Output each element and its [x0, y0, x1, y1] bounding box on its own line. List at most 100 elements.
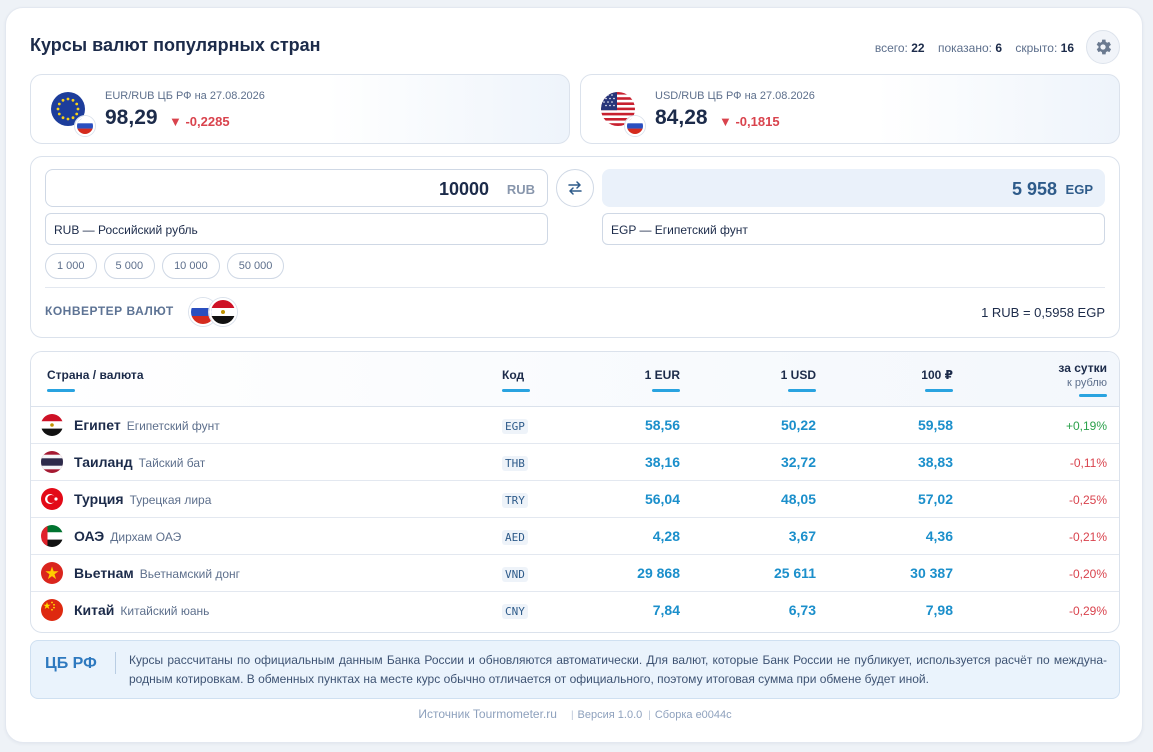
quick-amounts: 1 000 5 000 10 000 50 000 — [45, 253, 285, 279]
info-note: ЦБ РФ Курсы рассчитаны по официальным да… — [30, 640, 1120, 699]
rate-rub: 38,83 — [917, 454, 953, 470]
note-divider — [115, 652, 116, 674]
day-change: -0,11% — [1069, 456, 1107, 470]
cbr-badge: ЦБ РФ — [45, 655, 97, 672]
table-row[interactable]: Китай Китайский юань CNY 7,84 6,73 7,98 -… — [31, 592, 1119, 629]
country-name: Китай Китайский юань — [74, 602, 210, 618]
rate-usd: 3,67 — [788, 528, 816, 544]
gear-icon — [1096, 39, 1112, 55]
rate-rub: 30 387 — [910, 565, 953, 581]
currency-converter: 10000 RUB 5 958 EGP RUB — Российский руб… — [30, 156, 1120, 338]
footer-separator: | — [570, 710, 574, 721]
currency-name: Турецкая лира — [129, 493, 212, 507]
currency-code: TRY — [502, 493, 528, 508]
currency-name: Дирхам ОАЭ — [110, 530, 182, 544]
currency-code: CNY — [502, 604, 528, 619]
sort-indicator — [788, 389, 816, 392]
rate-rub: 57,02 — [917, 491, 953, 507]
stat-shown: показано: 6 — [937, 41, 1003, 55]
usd-rate-label: USD/RUB ЦБ РФ на 27.08.2026 — [655, 90, 815, 102]
sort-indicator — [1079, 394, 1107, 397]
result-output: 5 958 EGP — [602, 169, 1105, 207]
header: Курсы валют популярных стран всего: 22 п… — [30, 30, 1120, 64]
usd-rate-change: ▼ -0,1815 — [719, 114, 780, 129]
source-link[interactable]: Источник Tourmometer.ru — [418, 707, 557, 721]
country-name: Турция Турецкая лира — [74, 491, 212, 507]
from-currency-select[interactable]: RUB — Российский рубль — [45, 213, 548, 245]
eur-rate-card: EUR/RUB ЦБ РФ на 27.08.2026 98,29 ▼ -0,2… — [30, 74, 570, 144]
page-title: Курсы валют популярных стран — [30, 35, 321, 55]
footer: Источник Tourmometer.ru | Версия 1.0.0 | Сбо… — [6, 707, 1144, 721]
col-code[interactable]: Код — [502, 368, 530, 392]
currency-code: AED — [502, 530, 528, 545]
col-usd[interactable]: 1 USD — [716, 368, 816, 392]
turkey-flag-icon — [41, 488, 63, 510]
amount-value[interactable]: 10000 — [439, 179, 489, 200]
usd-rate-card: USD/RUB ЦБ РФ на 27.08.2026 84,28 ▼ -0,1… — [580, 74, 1120, 144]
to-currency-select[interactable]: EGP — Египетский фунт — [602, 213, 1105, 245]
quick-amount-chip[interactable]: 50 000 — [226, 253, 285, 279]
rate-rub: 7,98 — [925, 602, 953, 618]
col-country[interactable]: Страна / валюта — [47, 368, 144, 392]
currency-code: VND — [502, 567, 528, 582]
country-name: Вьетнам Вьетнамский донг — [74, 565, 241, 581]
uae-flag-icon — [41, 525, 63, 547]
quick-amount-chip[interactable]: 10 000 — [162, 253, 220, 279]
amount-input[interactable]: 10000 RUB — [45, 169, 548, 207]
rates-card: Курсы валют популярных стран всего: 22 п… — [5, 7, 1143, 743]
rate-rub: 4,36 — [925, 528, 953, 544]
swap-arrows-icon — [568, 181, 582, 195]
country-name: Египет Египетский фунт — [74, 417, 220, 433]
day-change: -0,29% — [1068, 604, 1107, 618]
sort-indicator — [925, 389, 953, 392]
russia-flag-icon — [75, 116, 95, 136]
day-change: -0,21% — [1068, 530, 1107, 544]
day-change: +0,19% — [1065, 419, 1107, 433]
table-row[interactable]: Таиланд Тайский бат THB 38,16 32,72 38,83… — [31, 444, 1119, 481]
sort-indicator — [652, 389, 680, 392]
converter-label: КОНВЕРТЕР ВАЛЮТ — [45, 304, 174, 318]
note-text: Курсы рассчитаны по официальным данным Б… — [129, 653, 1107, 686]
rate-eur: 4,28 — [652, 528, 680, 544]
table-header: Страна / валюта Код 1 EUR 1 USD 100 ₽ за… — [31, 352, 1119, 407]
quick-amount-chip[interactable]: 5 000 — [103, 253, 156, 279]
col-eur[interactable]: 1 EUR — [580, 368, 680, 392]
egypt-flag-icon — [209, 298, 237, 326]
table-row[interactable]: Египет Египетский фунт EGP 58,56 50,22 59… — [31, 407, 1119, 444]
currency-name: Египетский фунт — [126, 419, 220, 433]
rate-usd: 32,72 — [780, 454, 816, 470]
eur-rate-change: ▼ -0,2285 — [169, 114, 230, 129]
swap-button[interactable] — [556, 169, 594, 207]
col-day-change[interactable]: за сутки к рублю — [1007, 361, 1107, 397]
conversion-rate: 1 RUB = 0,5958 EGP — [981, 305, 1105, 320]
country-name: ОАЭ Дирхам ОАЭ — [74, 528, 182, 544]
vietnam-flag-icon — [41, 562, 63, 584]
stat-total: всего: 22 — [874, 41, 925, 55]
egypt-flag-icon — [41, 414, 63, 436]
rate-usd: 6,73 — [788, 602, 816, 618]
table-row[interactable]: Турция Турецкая лира TRY 56,04 48,05 57,0… — [31, 481, 1119, 518]
col-rub[interactable]: 100 ₽ — [853, 368, 953, 392]
table-row[interactable]: Вьетнам Вьетнамский донг VND 29 868 25 61… — [31, 555, 1119, 592]
result-value: 5 958 — [1011, 179, 1057, 199]
rate-eur: 58,56 — [644, 417, 680, 433]
thailand-flag-icon — [41, 451, 63, 473]
build-text: Сборка e0044c — [654, 709, 732, 721]
china-flag-icon — [41, 599, 63, 621]
settings-button[interactable] — [1086, 30, 1120, 64]
from-currency-code: RUB — [506, 182, 535, 197]
currency-code: EGP — [502, 419, 528, 434]
currency-name: Тайский бат — [138, 456, 206, 470]
day-change: -0,25% — [1068, 493, 1107, 507]
quick-amount-chip[interactable]: 1 000 — [45, 253, 97, 279]
table-row[interactable]: ОАЭ Дирхам ОАЭ AED 4,28 3,67 4,36 -0,21% — [31, 518, 1119, 555]
currency-code: THB — [502, 456, 528, 471]
currency-name: Китайский юань — [120, 604, 210, 618]
rate-usd: 50,22 — [780, 417, 816, 433]
eur-rate-label: EUR/RUB ЦБ РФ на 27.08.2026 — [105, 90, 265, 102]
rate-eur: 29 868 — [637, 565, 680, 581]
rate-eur: 38,16 — [644, 454, 680, 470]
stat-hidden: скрыто: 16 — [1015, 41, 1074, 55]
divider — [45, 287, 1105, 288]
sort-indicator — [47, 389, 75, 392]
